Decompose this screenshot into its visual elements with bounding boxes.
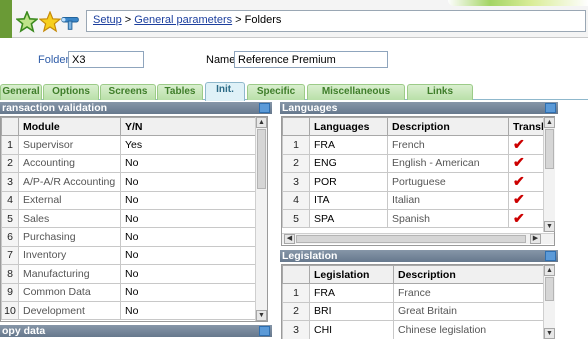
scroll-up-icon[interactable]: ▲ — [256, 117, 267, 128]
table-row[interactable]: 2 ENG English - American ✔ — [282, 153, 544, 174]
column-header-translation[interactable]: Transla — [508, 116, 544, 137]
table-row[interactable]: 7 Inventory No — [1, 245, 256, 266]
tools-icon[interactable] — [60, 11, 84, 33]
column-header-description[interactable]: Description — [387, 116, 509, 137]
scroll-thumb[interactable] — [545, 277, 554, 301]
toolbar-corner-accent — [0, 0, 12, 38]
checkmark-icon[interactable]: ✔ — [513, 155, 525, 170]
languages-panel: Languages Languages Description Transla … — [280, 102, 558, 246]
panel-title: opy data — [0, 325, 272, 337]
table-row[interactable]: 4 External No — [1, 190, 256, 210]
table-row[interactable]: 2 BRI Great Britain — [282, 301, 544, 322]
breadcrumb-setup-link[interactable]: Setup — [93, 14, 122, 26]
table-row[interactable]: 9 Common Data No — [1, 282, 256, 302]
checkmark-icon[interactable]: ✔ — [513, 192, 525, 207]
scroll-thumb[interactable] — [296, 235, 526, 243]
table-row[interactable]: 4 ITA Italian ✔ — [282, 190, 544, 210]
column-header — [282, 264, 310, 285]
table-row[interactable]: 6 Purchasing No — [1, 227, 256, 247]
tab-specific[interactable]: Specific — [247, 84, 305, 100]
languages-table: Languages Description Transla 1FRAFrench… — [282, 116, 544, 229]
table-row[interactable]: 10 Development No — [1, 300, 256, 321]
table-row[interactable]: 5 Sales No — [1, 208, 256, 229]
scroll-right-icon[interactable]: ▶ — [530, 234, 541, 244]
vertical-scrollbar[interactable]: ▲ ▼ — [543, 117, 555, 232]
scroll-down-icon[interactable]: ▼ — [544, 221, 555, 232]
scroll-down-icon[interactable]: ▼ — [256, 310, 267, 321]
maximize-icon[interactable] — [259, 103, 270, 113]
breadcrumb: Setup > General parameters > Folders — [86, 10, 586, 32]
scroll-thumb[interactable] — [257, 129, 266, 189]
name-field[interactable] — [234, 51, 388, 68]
maximize-icon[interactable] — [545, 251, 556, 261]
transaction-validation-table: Module Y/N 1 Supervisor Yes 2 Accounting No … — [1, 116, 256, 321]
tab-general[interactable]: General — [0, 84, 42, 100]
table-row[interactable]: 1 FRA France — [282, 283, 544, 303]
checkmark-icon[interactable]: ✔ — [513, 174, 525, 189]
table-row[interactable]: 2 Accounting No — [1, 153, 256, 174]
column-header-description[interactable]: Description — [393, 264, 544, 285]
transaction-validation-grid: Module Y/N 1 Supervisor Yes 2 Accounting No … — [0, 116, 268, 322]
vertical-scrollbar[interactable]: ▲ ▼ — [543, 265, 555, 339]
legislation-grid: Legislation Description 1 FRA France 2 BRI G… — [281, 264, 555, 339]
tab-init[interactable]: Init. — [205, 82, 245, 101]
scroll-down-icon[interactable]: ▼ — [544, 328, 555, 339]
tab-links[interactable]: Links — [407, 84, 473, 100]
breadcrumb-separator: > — [232, 14, 245, 26]
tab-options[interactable]: Options — [43, 84, 99, 100]
table-row[interactable]: 8 Manufacturing No — [1, 264, 256, 284]
legislation-table: Legislation Description 1 FRA France 2 BRI G… — [282, 264, 544, 339]
copy-data-panel: opy data — [0, 325, 272, 339]
scroll-up-icon[interactable]: ▲ — [544, 117, 555, 128]
panel-title: Legislation — [280, 250, 558, 262]
table-row[interactable]: 1 FRA French ✔ — [282, 135, 544, 155]
panel-title: ransaction validation — [0, 102, 272, 114]
scroll-up-icon[interactable]: ▲ — [544, 265, 555, 276]
breadcrumb-current: Folders — [244, 14, 282, 26]
top-toolbar: Setup > General parameters > Folders — [0, 0, 588, 38]
favorite-star-icon[interactable] — [38, 10, 62, 33]
breadcrumb-general-parameters-link[interactable]: General parameters — [134, 14, 232, 26]
folder-label: Folder — [38, 54, 70, 66]
column-header — [1, 116, 19, 137]
column-header-yn[interactable]: Y/N — [120, 116, 256, 137]
header-decoration — [448, 0, 588, 6]
column-header-legislation[interactable]: Legislation — [309, 264, 394, 285]
folder-field[interactable] — [68, 51, 144, 68]
table-row[interactable]: 5 SPA Spanish ✔ — [282, 208, 544, 229]
maximize-icon[interactable] — [259, 326, 270, 336]
checkmark-icon[interactable]: ✔ — [513, 210, 525, 225]
tab-bar: General Options Screens Tables Init. Spe… — [0, 82, 588, 101]
table-row[interactable]: 3 A/P-A/R Accounting No — [1, 172, 256, 192]
table-row[interactable]: 3 CHI Chinese legislation — [282, 320, 544, 339]
legislation-panel: Legislation Legislation Description 1 FRA… — [280, 250, 558, 339]
tab-miscellaneous[interactable]: Miscellaneous — [307, 84, 405, 100]
scroll-left-icon[interactable]: ◀ — [284, 234, 295, 244]
maximize-icon[interactable] — [545, 103, 556, 113]
panel-title: Languages — [280, 102, 558, 114]
folder-header: Folder Name — [0, 38, 588, 80]
tab-screens[interactable]: Screens — [100, 84, 156, 100]
column-header — [282, 116, 310, 137]
scroll-thumb[interactable] — [545, 129, 554, 169]
languages-grid: Languages Description Transla 1FRAFrench… — [281, 116, 555, 246]
name-label: Name — [206, 54, 236, 66]
transaction-validation-panel: ransaction validation Module Y/N 1 Superv… — [0, 102, 272, 324]
checkmark-icon[interactable]: ✔ — [513, 137, 525, 152]
horizontal-scrollbar[interactable]: ◀ ▶ — [282, 233, 554, 244]
breadcrumb-separator: > — [121, 14, 135, 26]
table-row[interactable]: 3 POR Portuguese ✔ — [282, 172, 544, 192]
star-outline-icon[interactable] — [14, 9, 40, 33]
tab-tables[interactable]: Tables — [157, 84, 203, 100]
vertical-scrollbar[interactable]: ▲ ▼ — [255, 117, 267, 321]
table-row[interactable]: 1 Supervisor Yes — [1, 135, 256, 155]
column-header-languages[interactable]: Languages — [309, 116, 388, 137]
column-header-module[interactable]: Module — [18, 116, 121, 137]
